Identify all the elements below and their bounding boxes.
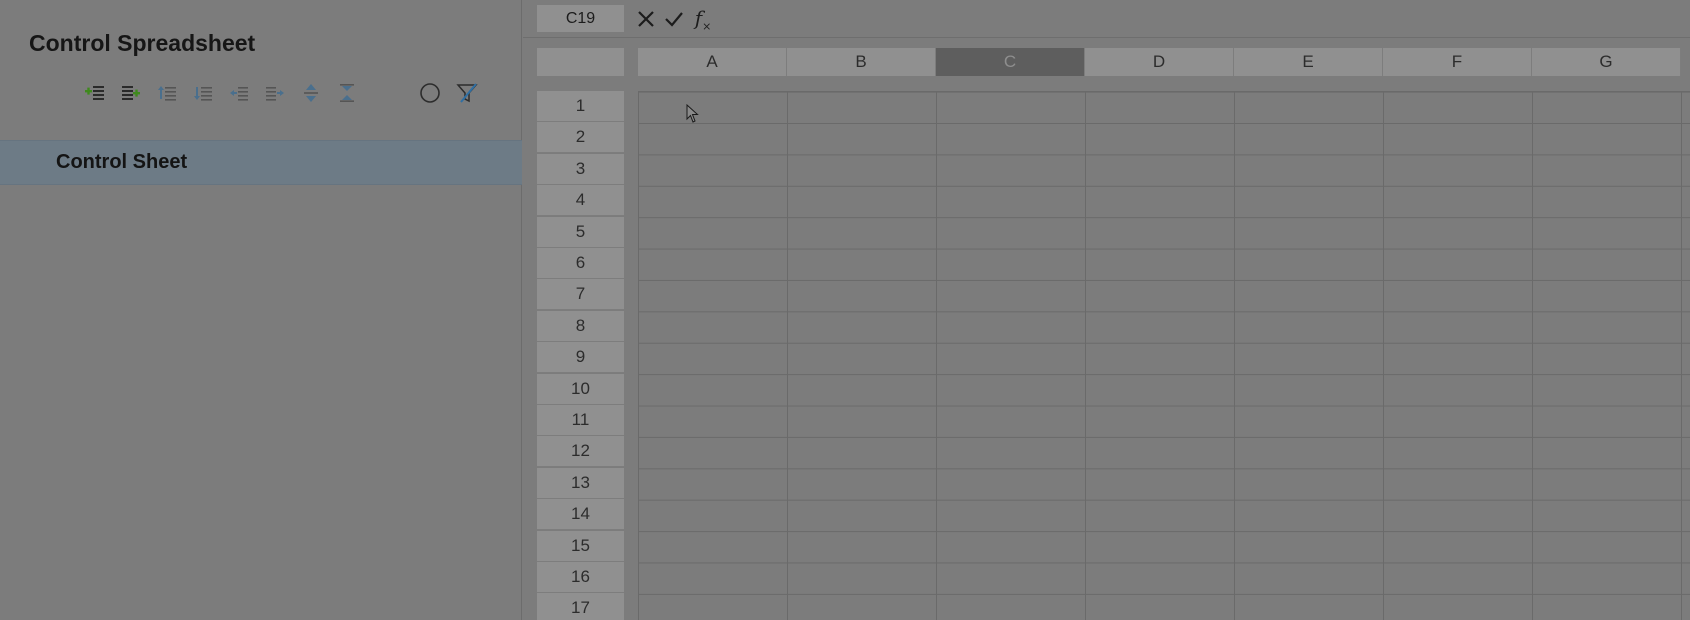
- row-header-14[interactable]: 14: [537, 499, 624, 531]
- mouse-pointer-icon: [686, 104, 699, 123]
- function-icon: 𝑓×: [694, 5, 712, 33]
- spreadsheet-grid: ABCDEFG 1 2 3 4 5 6 7 8 9 10 11 12 13 14 15 16 17: [523, 38, 1690, 620]
- column-header-c[interactable]: C: [936, 48, 1085, 76]
- indent-icon: [266, 87, 284, 101]
- sheet-item-control-sheet[interactable]: Control Sheet: [0, 140, 522, 185]
- row-header-12[interactable]: 12: [537, 436, 624, 468]
- highlight-button[interactable]: [417, 80, 443, 106]
- toolbar: [82, 80, 502, 108]
- circle-icon: [420, 83, 440, 103]
- select-all-corner[interactable]: [537, 48, 624, 76]
- move-row-down-button[interactable]: [190, 80, 216, 106]
- add-row-above-button[interactable]: [82, 80, 108, 106]
- row-header-10[interactable]: 10: [537, 373, 624, 405]
- expand-all-icon: [304, 84, 318, 102]
- row-header-11[interactable]: 11: [537, 405, 624, 436]
- indent-button[interactable]: [262, 80, 288, 106]
- row-header-9[interactable]: 9: [537, 342, 624, 374]
- row-header-3[interactable]: 3: [537, 153, 624, 185]
- row-header-13[interactable]: 13: [537, 467, 624, 499]
- outdent-icon: [230, 87, 248, 101]
- move-row-up-button[interactable]: [154, 80, 180, 106]
- column-header-g[interactable]: G: [1532, 48, 1681, 76]
- row-header-8[interactable]: 8: [537, 310, 624, 342]
- row-header-15[interactable]: 15: [537, 530, 624, 562]
- cell-reference-box[interactable]: C19: [537, 5, 624, 32]
- cancel-edit-button[interactable]: [633, 6, 659, 32]
- expand-all-button[interactable]: [298, 80, 324, 106]
- column-header-f[interactable]: F: [1383, 48, 1532, 76]
- row-header-5[interactable]: 5: [537, 216, 624, 248]
- cell-area[interactable]: [638, 91, 1690, 620]
- row-header-16[interactable]: 16: [537, 562, 624, 593]
- left-panel: Control Spreadsheet Control Sheet: [0, 0, 522, 620]
- add-row-above-icon: [85, 86, 104, 100]
- row-header-6[interactable]: 6: [537, 248, 624, 279]
- collapse-all-icon: [340, 84, 354, 102]
- outdent-button[interactable]: [226, 80, 252, 106]
- row-header-4[interactable]: 4: [537, 185, 624, 217]
- insert-function-button[interactable]: 𝑓×: [689, 5, 717, 33]
- collapse-all-button[interactable]: [334, 80, 360, 106]
- check-icon: [665, 12, 683, 27]
- add-row-below-icon: [122, 86, 140, 100]
- clear-filter-button[interactable]: [454, 80, 480, 106]
- move-row-down-icon: [194, 87, 212, 101]
- move-row-up-icon: [158, 86, 176, 101]
- formula-bar: C19 𝑓×: [523, 0, 1690, 38]
- row-header-7[interactable]: 7: [537, 279, 624, 311]
- column-header-b[interactable]: B: [787, 48, 936, 76]
- clear-filter-icon: [456, 83, 478, 103]
- column-header-d[interactable]: D: [1085, 48, 1234, 76]
- row-header-17[interactable]: 17: [537, 593, 624, 620]
- column-header-a[interactable]: A: [638, 48, 787, 76]
- add-row-below-button[interactable]: [118, 80, 144, 106]
- close-icon: [638, 11, 654, 27]
- panel-title: Control Spreadsheet: [29, 30, 256, 56]
- row-header-1[interactable]: 1: [537, 91, 624, 122]
- row-header-2[interactable]: 2: [537, 122, 624, 154]
- sheet-list: Control Sheet: [0, 140, 522, 185]
- confirm-edit-button[interactable]: [661, 6, 687, 32]
- column-header-e[interactable]: E: [1234, 48, 1383, 76]
